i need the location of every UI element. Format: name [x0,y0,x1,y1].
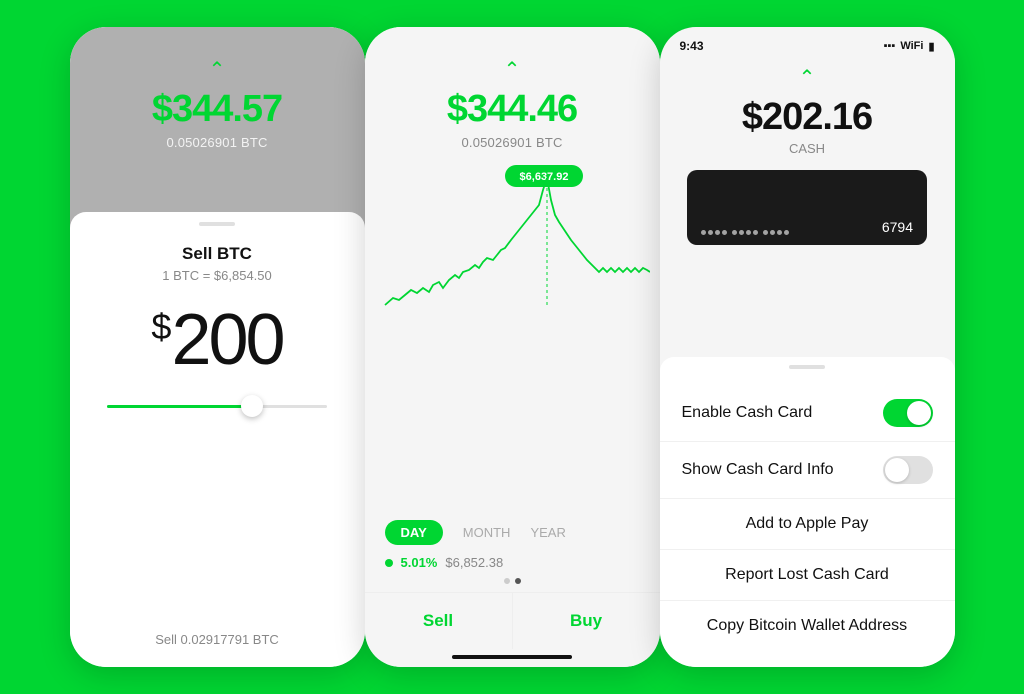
battery-icon: ▮ [928,40,934,53]
cash-balance: $202.16 [742,96,872,139]
phone2-top: ⌃ $344.46 0.05026901 BTC $6,637.92 DAY M… [365,27,660,667]
dollar-sign: $ [151,306,171,347]
stat-pct: 5.01% [401,555,438,570]
enable-cash-card-label: Enable Cash Card [682,404,813,422]
enable-cash-card-row[interactable]: Enable Cash Card [660,385,955,442]
card-dot [739,230,744,235]
stat-price: $6,852.38 [445,555,503,570]
sheet-handle[interactable] [199,222,235,226]
dot-2 [515,578,521,584]
phone1-top: ⌃ $344.57 0.05026901 BTC [70,27,365,237]
card-dot [763,230,768,235]
card-dot [715,230,720,235]
toggle-thumb-2 [885,458,909,482]
slider-track [107,405,327,408]
status-time: 9:43 [680,39,704,53]
cash-top: ⌃ $202.16 CASH [660,57,955,245]
enable-toggle[interactable] [883,399,933,427]
report-lost-label: Report Lost Cash Card [725,566,889,583]
btc-balance-2: $344.46 [447,88,577,131]
chart-stat: 5.01% $6,852.38 [365,555,660,570]
btc-amount-2: 0.05026901 BTC [461,135,562,150]
sell-title: Sell BTC [182,244,252,264]
show-cash-card-label: Show Cash Card Info [682,461,834,479]
card-dot [753,230,758,235]
cash-card: 6794 [687,170,927,245]
sell-button[interactable]: Sell [365,593,513,649]
card-dot [746,230,751,235]
card-dots [701,230,789,235]
chart-tabs: DAY MONTH YEAR [365,520,660,545]
dot-1 [504,578,510,584]
add-apple-pay-row[interactable]: Add to Apple Pay [660,499,955,550]
sell-sheet: Sell BTC 1 BTC = $6,854.50 $200 Sell 0.0… [70,212,365,667]
copy-bitcoin-label: Copy Bitcoin Wallet Address [707,617,907,634]
svg-text:$6,637.92: $6,637.92 [519,171,568,183]
card-dot [777,230,782,235]
btc-chart: $6,637.92 [375,160,650,320]
chart-area: $6,637.92 [365,160,660,508]
toggle-thumb [907,401,931,425]
status-bar: 9:43 ▪▪▪ WiFi ▮ [660,27,955,57]
btc-amount: 0.05026901 BTC [166,135,267,150]
home-indicator [452,655,572,659]
card-dot [770,230,775,235]
card-dot [701,230,706,235]
chevron-up-icon-3[interactable]: ⌃ [799,65,816,90]
card-dot [732,230,737,235]
show-info-toggle[interactable] [883,456,933,484]
amount-slider[interactable] [107,405,327,408]
buy-button[interactable]: Buy [513,593,660,649]
card-dot-group-3 [763,230,789,235]
phone-3: 9:43 ▪▪▪ WiFi ▮ ⌃ $202.16 CASH [660,27,955,667]
report-lost-row[interactable]: Report Lost Cash Card [660,550,955,601]
card-dot [708,230,713,235]
sell-btc-label: Sell 0.02917791 BTC [155,632,279,667]
chevron-up-icon[interactable]: ⌃ [209,57,226,82]
add-apple-pay-label: Add to Apple Pay [746,515,869,532]
card-last4: 6794 [882,219,913,235]
btc-balance: $344.57 [152,88,282,131]
tab-day[interactable]: DAY [385,520,443,545]
card-dot [722,230,727,235]
tab-year[interactable]: YEAR [530,525,565,540]
chevron-up-icon-2[interactable]: ⌃ [504,57,521,82]
phone-2: ⌃ $344.46 0.05026901 BTC $6,637.92 DAY M… [365,27,660,667]
sell-rate: 1 BTC = $6,854.50 [162,268,272,283]
page-dots [504,578,521,584]
copy-bitcoin-row[interactable]: Copy Bitcoin Wallet Address [660,601,955,651]
tab-month[interactable]: MONTH [463,525,511,540]
signal-icon: ▪▪▪ [884,40,896,52]
card-dot-group-1 [701,230,727,235]
wifi-icon: WiFi [900,40,923,52]
sell-buy-row: Sell Buy [365,592,660,649]
cash-label: CASH [789,141,825,156]
slider-fill [107,405,250,408]
card-dot [784,230,789,235]
sell-amount: $200 [151,299,282,381]
action-sheet: Enable Cash Card Show Cash Card Info Add… [660,357,955,667]
phone-1: ⌃ $344.57 0.05026901 BTC Sell BTC 1 BTC … [70,27,365,667]
stat-dot [385,559,393,567]
show-cash-card-info-row[interactable]: Show Cash Card Info [660,442,955,499]
card-dot-group-2 [732,230,758,235]
status-icons: ▪▪▪ WiFi ▮ [884,40,935,53]
action-handle[interactable] [789,365,825,369]
slider-thumb[interactable] [241,395,263,417]
